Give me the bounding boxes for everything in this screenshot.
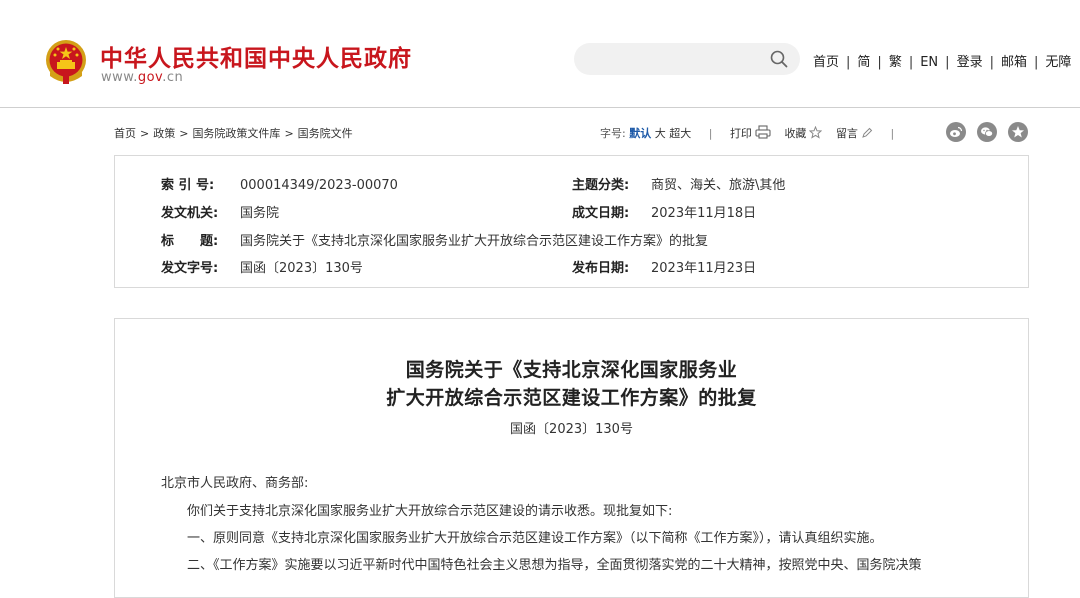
printer-icon — [755, 125, 771, 139]
nav-login[interactable]: 登录 — [957, 55, 983, 70]
breadcrumb-home[interactable]: 首页 — [114, 127, 136, 140]
nav-home[interactable]: 首页 — [813, 55, 839, 70]
meta-date-made: 成文日期: 2023年11月18日 — [572, 202, 756, 221]
meta-date-made-value: 2023年11月18日 — [651, 206, 757, 221]
meta-title-value: 国务院关于《支持北京深化国家服务业扩大开放综合示范区建设工作方案》的批复 — [240, 234, 709, 249]
nav-accessibility[interactable]: 无障 — [1045, 55, 1071, 70]
document-paragraph: 二、《工作方案》实施要以习近平新时代中国特色社会主义思想为指导，全面贯彻落实党的… — [187, 558, 922, 573]
document-body: 国务院关于《支持北京深化国家服务业 扩大开放综合示范区建设工作方案》的批复 国函… — [114, 318, 1029, 598]
comment-label: 留言 — [835, 127, 858, 140]
font-size-default[interactable]: 默认 — [629, 127, 651, 140]
meta-publish-date: 发布日期: 2023年11月23日 — [572, 257, 756, 276]
document-paragraph: 一、原则同意《支持北京深化国家服务业扩大开放综合示范区建设工作方案》（以下简称《… — [187, 531, 883, 546]
print-label: 打印 — [729, 127, 752, 140]
comment-button[interactable]: 留言 — [836, 127, 873, 140]
nav-english[interactable]: EN — [920, 55, 938, 70]
domain-main: gov — [137, 70, 163, 85]
meta-date-made-label: 成文日期: — [572, 206, 630, 221]
domain-prefix: www. — [101, 70, 138, 85]
meta-index: 索 引 号: 000014349/2023-00070 — [161, 174, 398, 193]
meta-issuer-label: 发文机关: — [161, 206, 219, 221]
site-header: 中华人民共和国中央人民政府 www.gov.cn 首页 | 简 | 繁 | EN | 登录 | 邮箱… — [0, 0, 1080, 108]
tools-divider: | — [708, 127, 713, 140]
site-domain: www.gov.cn — [101, 70, 183, 85]
document-number: 国函〔2023〕130号 — [510, 422, 633, 437]
meta-docno: 发文字号: 国函〔2023〕130号 — [161, 257, 363, 276]
nav-divider: | — [877, 55, 882, 70]
breadcrumb-policy-library[interactable]: 国务院政策文件库 — [192, 127, 280, 140]
breadcrumb-state-council-files[interactable]: 国务院文件 — [298, 127, 353, 140]
document-paragraph: 你们关于支持北京深化国家服务业扩大开放综合示范区建设的请示收悉。现批复如下: — [187, 504, 673, 519]
document-salutation: 北京市人民政府、商务部: — [161, 476, 309, 491]
breadcrumb-separator: > — [140, 127, 150, 140]
nav-mailbox[interactable]: 邮箱 — [1001, 55, 1027, 70]
wechat-icon[interactable] — [977, 122, 997, 142]
meta-docno-label: 发文字号: — [161, 261, 219, 276]
nav-divider: | — [945, 55, 950, 70]
meta-index-value: 000014349/2023-00070 — [240, 178, 398, 193]
document-title-line2: 扩大开放综合示范区建设工作方案》的批复 — [386, 387, 757, 409]
domain-suffix: .cn — [162, 70, 184, 85]
meta-docno-value: 国函〔2023〕130号 — [240, 261, 363, 276]
meta-title: 标 题: 国务院关于《支持北京深化国家服务业扩大开放综合示范区建设工作方案》的批复 — [161, 230, 708, 249]
meta-category-value: 商贸、海关、旅游\其他 — [651, 178, 786, 193]
star-icon — [809, 125, 823, 139]
favorite-button[interactable]: 收藏 — [784, 125, 823, 140]
nav-divider: | — [846, 55, 851, 70]
site-title[interactable]: 中华人民共和国中央人民政府 — [100, 39, 412, 73]
search-input[interactable] — [574, 43, 800, 75]
nav-divider: | — [1033, 55, 1039, 70]
nav-divider: | — [989, 55, 994, 70]
qzone-icon[interactable] — [1008, 122, 1028, 142]
page-toolbar: 首页 > 政策 > 国务院政策文件库 > 国务院文件 字号: 默认 大 超大 | 打印 收藏… — [114, 122, 1030, 142]
meta-title-label: 标 题: — [161, 234, 219, 249]
favorite-label: 收藏 — [784, 127, 807, 140]
meta-index-label: 索 引 号: — [161, 178, 215, 193]
weibo-icon[interactable] — [946, 122, 966, 142]
document-title-line1: 国务院关于《支持北京深化国家服务业 — [405, 359, 738, 381]
breadcrumb-separator: > — [179, 127, 189, 140]
meta-publish-date-label: 发布日期: — [572, 261, 630, 276]
font-size-bigger[interactable]: 超大 — [669, 127, 691, 140]
nav-simplified[interactable]: 简 — [857, 55, 870, 70]
meta-publish-date-value: 2023年11月23日 — [651, 261, 757, 276]
breadcrumb-separator: > — [284, 127, 294, 140]
search-icon[interactable] — [770, 50, 788, 68]
font-size-label: 字号: — [600, 127, 626, 140]
breadcrumb: 首页 > 政策 > 国务院政策文件库 > 国务院文件 — [114, 125, 353, 141]
meta-issuer: 发文机关: 国务院 — [161, 202, 279, 221]
breadcrumb-policy[interactable]: 政策 — [153, 127, 175, 140]
header-divider — [0, 107, 1080, 108]
national-emblem-icon[interactable] — [44, 38, 88, 86]
meta-category: 主题分类: 商贸、海关、旅游\其他 — [572, 174, 785, 193]
top-nav: 首页 | 简 | 繁 | EN | 登录 | 邮箱 | 无障 — [813, 51, 1071, 70]
nav-divider: | — [908, 55, 914, 70]
document-meta-panel: 索 引 号: 000014349/2023-00070 主题分类: 商贸、海关、旅游… — [114, 155, 1029, 288]
print-button[interactable]: 打印 — [729, 125, 771, 140]
meta-category-label: 主题分类: — [572, 178, 630, 193]
font-size-big[interactable]: 大 — [655, 127, 666, 140]
meta-issuer-value: 国务院 — [240, 206, 280, 221]
tools-divider: | — [890, 127, 895, 140]
pen-icon — [862, 127, 873, 138]
article-tools: 字号: 默认 大 超大 | 打印 收藏 留言 | — [600, 125, 908, 141]
nav-traditional[interactable]: 繁 — [889, 55, 902, 70]
